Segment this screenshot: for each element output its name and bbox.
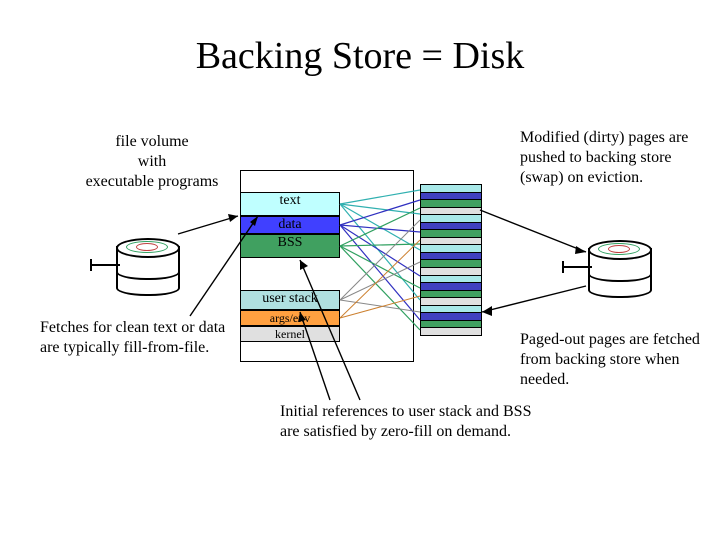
note-paged-out: Paged-out pages are fetched from backing… xyxy=(520,330,710,390)
segment-args-env: args/env xyxy=(240,310,340,326)
page-title: Backing Store = Disk xyxy=(0,34,720,78)
segment-kernel: kernel xyxy=(240,326,340,342)
segment-user-stack: user stack xyxy=(240,290,340,310)
segment-text: text xyxy=(240,192,340,216)
disk-right-icon xyxy=(588,240,648,292)
note-clean-fetch: Fetches for clean text or data are typic… xyxy=(40,318,240,358)
page-frames xyxy=(420,184,482,336)
disk-left-icon xyxy=(116,238,176,290)
note-file-volume: file volume with executable programs xyxy=(72,132,232,192)
note-zero-fill: Initial references to user stack and BSS… xyxy=(280,402,540,442)
segment-data: data xyxy=(240,216,340,234)
segment-bss: BSS xyxy=(240,234,340,258)
note-dirty-pages: Modified (dirty) pages are pushed to bac… xyxy=(520,128,710,188)
